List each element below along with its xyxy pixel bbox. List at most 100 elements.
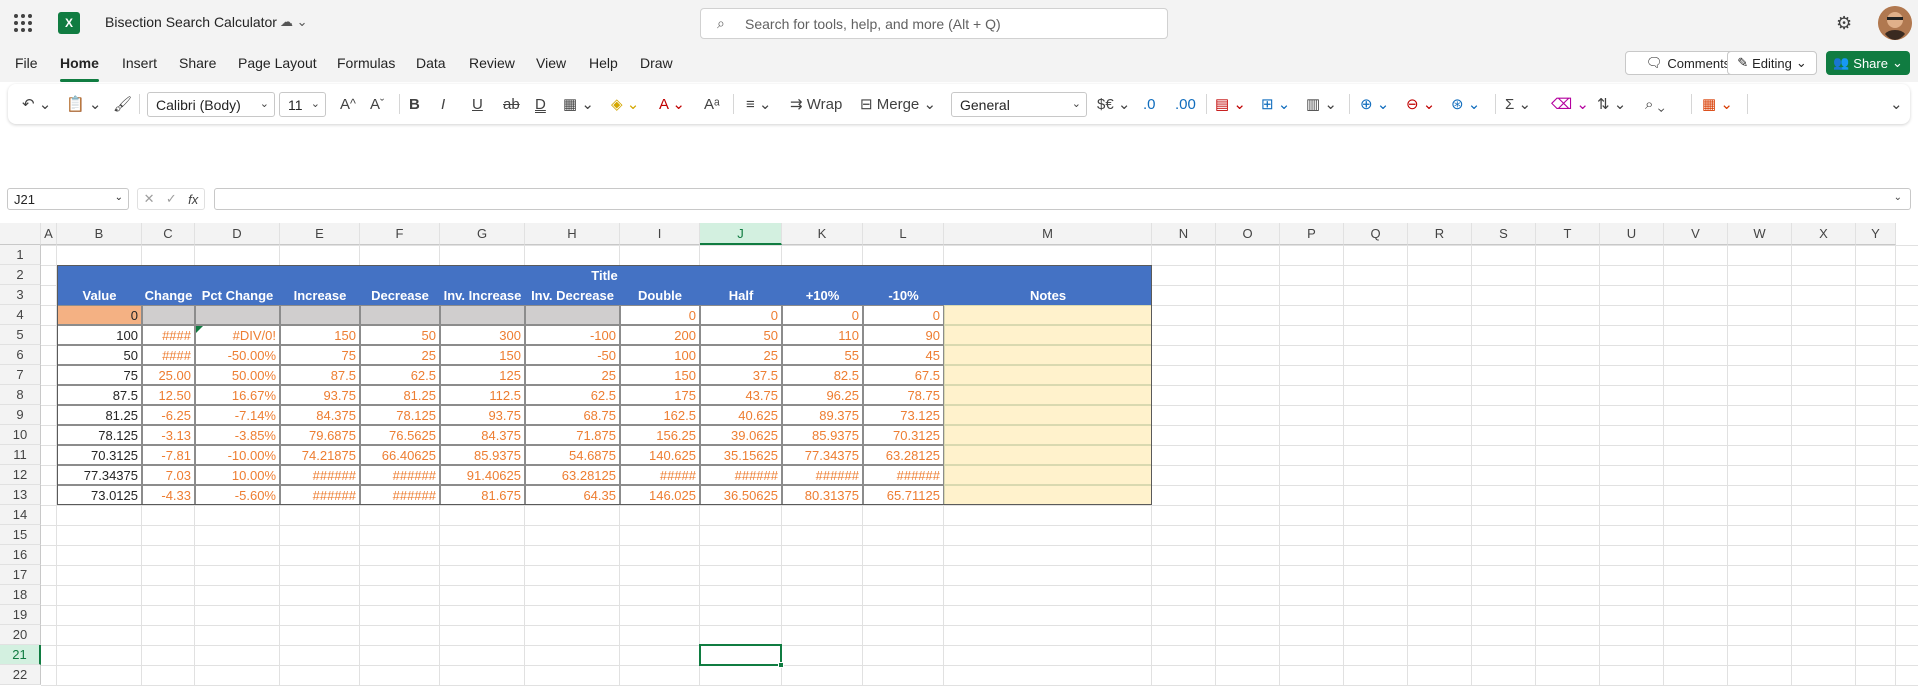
table-cell[interactable]: ###### <box>360 465 440 485</box>
decrease-font-icon[interactable]: Aˇ <box>370 93 384 115</box>
value-cell[interactable]: 87.5 <box>57 385 142 405</box>
table-cell[interactable]: 200 <box>620 325 700 345</box>
table-cell[interactable]: 73.125 <box>863 405 944 425</box>
find-icon[interactable]: ⌕ ⌄ <box>1645 93 1665 115</box>
double-underline-icon[interactable]: D <box>535 93 546 115</box>
column-label-inv-decrease[interactable]: Inv. Decrease <box>525 285 620 305</box>
column-label-notes[interactable]: Notes <box>944 285 1152 305</box>
underline-icon[interactable]: U <box>472 93 483 115</box>
column-header-Q[interactable]: Q <box>1344 223 1408 245</box>
column-header-M[interactable]: M <box>944 223 1152 245</box>
table-cell[interactable]: -7.81 <box>142 445 195 465</box>
table-cell[interactable]: #### <box>142 345 195 365</box>
table-cell[interactable]: 175 <box>620 385 700 405</box>
select-all-corner[interactable] <box>0 223 41 245</box>
table-cell[interactable]: 93.75 <box>280 385 360 405</box>
blank-gray-cell[interactable] <box>525 305 620 325</box>
row-header-9[interactable]: 9 <box>0 405 41 425</box>
table-cell[interactable]: 45 <box>863 345 944 365</box>
clipboard-icon[interactable]: 📋 ⌄ <box>66 93 101 115</box>
column-label-double[interactable]: Double <box>620 285 700 305</box>
name-box[interactable]: J21 ⌄ <box>7 188 129 210</box>
column-header-H[interactable]: H <box>525 223 620 245</box>
column-label-half[interactable]: Half <box>700 285 782 305</box>
menu-item-page-layout[interactable]: Page Layout <box>238 55 317 71</box>
table-cell[interactable]: ###### <box>360 485 440 505</box>
row-header-14[interactable]: 14 <box>0 505 41 525</box>
menu-item-review[interactable]: Review <box>469 55 515 71</box>
formula-input[interactable]: ⌄ <box>214 188 1911 210</box>
table-cell[interactable]: 71.875 <box>525 425 620 445</box>
table-cell[interactable]: -50.00% <box>195 345 280 365</box>
table-cell[interactable]: 93.75 <box>440 405 525 425</box>
table-cell[interactable]: -7.14% <box>195 405 280 425</box>
row-header-19[interactable]: 19 <box>0 605 41 625</box>
column-label-inv-increase[interactable]: Inv. Increase <box>440 285 525 305</box>
table-cell[interactable]: 25.00 <box>142 365 195 385</box>
wrap-text-button[interactable]: ⇉ Wrap <box>790 93 842 115</box>
table-cell[interactable]: ###### <box>280 465 360 485</box>
merge-button[interactable]: ⊟ Merge ⌄ <box>860 93 936 115</box>
search-box[interactable]: ⌕ Search for tools, help, and more (Alt … <box>700 8 1168 39</box>
row-header-10[interactable]: 10 <box>0 425 41 445</box>
column-header-K[interactable]: K <box>782 223 863 245</box>
value-cell[interactable]: 73.0125 <box>57 485 142 505</box>
table-cell[interactable]: 125 <box>440 365 525 385</box>
conditional-format-icon[interactable]: ▤ ⌄ <box>1215 93 1246 115</box>
table-cell[interactable]: 36.50625 <box>700 485 782 505</box>
table-cell[interactable]: -50 <box>525 345 620 365</box>
table-cell[interactable]: 25 <box>360 345 440 365</box>
notes-cell[interactable] <box>944 405 1152 425</box>
table-cell[interactable]: 91.40625 <box>440 465 525 485</box>
notes-cell[interactable] <box>944 425 1152 445</box>
table-cell[interactable]: 81.675 <box>440 485 525 505</box>
strikethrough-icon[interactable]: ab <box>503 93 520 115</box>
menu-item-share[interactable]: Share <box>179 55 216 71</box>
format-cells-icon[interactable]: ⊛ ⌄ <box>1451 93 1480 115</box>
menu-item-help[interactable]: Help <box>589 55 618 71</box>
currency-icon[interactable]: $€ ⌄ <box>1097 93 1130 115</box>
table-cell[interactable]: 62.5 <box>360 365 440 385</box>
column-header-W[interactable]: W <box>1728 223 1792 245</box>
table-cell[interactable]: 300 <box>440 325 525 345</box>
delete-cells-icon[interactable]: ⊖ ⌄ <box>1406 93 1435 115</box>
font-family-dropdown[interactable]: Calibri (Body) ⌄ <box>147 92 275 117</box>
row-header-17[interactable]: 17 <box>0 565 41 585</box>
column-header-I[interactable]: I <box>620 223 700 245</box>
column-label-increase[interactable]: Increase <box>280 285 360 305</box>
blank-gray-cell[interactable] <box>280 305 360 325</box>
table-cell[interactable]: 54.6875 <box>525 445 620 465</box>
table-cell[interactable]: 162.5 <box>620 405 700 425</box>
table-cell[interactable]: 80.31375 <box>782 485 863 505</box>
table-cell[interactable]: 74.21875 <box>280 445 360 465</box>
cancel-icon[interactable]: ✕ <box>144 191 155 207</box>
table-cell[interactable]: 78.75 <box>863 385 944 405</box>
value-cell[interactable]: 70.3125 <box>57 445 142 465</box>
undo-icon[interactable]: ↶ ⌄ <box>22 93 51 115</box>
blank-gray-cell[interactable] <box>195 305 280 325</box>
row-header-2[interactable]: 2 <box>0 265 41 285</box>
column-header-O[interactable]: O <box>1216 223 1280 245</box>
table-cell[interactable]: 40.625 <box>700 405 782 425</box>
blank-gray-cell[interactable] <box>440 305 525 325</box>
column-header-V[interactable]: V <box>1664 223 1728 245</box>
table-cell[interactable]: 35.15625 <box>700 445 782 465</box>
table-cell[interactable]: ##### <box>620 465 700 485</box>
menu-item-home[interactable]: Home <box>60 55 99 82</box>
table-cell[interactable]: 65.71125 <box>863 485 944 505</box>
notes-cell[interactable] <box>944 345 1152 365</box>
row-header-20[interactable]: 20 <box>0 625 41 645</box>
table-cell[interactable]: 96.25 <box>782 385 863 405</box>
column-header-R[interactable]: R <box>1408 223 1472 245</box>
value-cell[interactable]: 78.125 <box>57 425 142 445</box>
column-header-G[interactable]: G <box>440 223 525 245</box>
row-header-11[interactable]: 11 <box>0 445 41 465</box>
table-cell[interactable]: 55 <box>782 345 863 365</box>
table-cell[interactable]: 50 <box>700 325 782 345</box>
table-cell[interactable]: 50 <box>360 325 440 345</box>
column-header-C[interactable]: C <box>142 223 195 245</box>
column-label-change[interactable]: Change <box>142 285 195 305</box>
table-cell[interactable]: 43.75 <box>700 385 782 405</box>
table-cell[interactable]: 70.3125 <box>863 425 944 445</box>
table-cell[interactable]: 84.375 <box>280 405 360 425</box>
